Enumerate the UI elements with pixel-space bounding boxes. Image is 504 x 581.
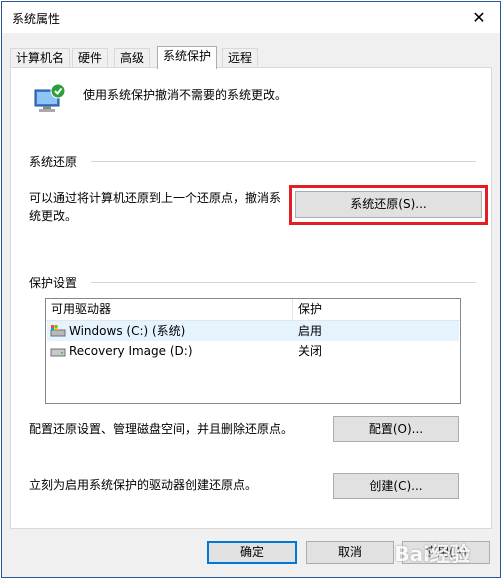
system-properties-window: 系统属性 ✕ 计算机名 硬件 高级 系统保护 远程 使用系统保护撤消不需要的系统… [1, 1, 501, 578]
group-divider [91, 161, 476, 162]
watermark: Bai经验 [394, 542, 470, 566]
drive-protection-status: 启用 [298, 324, 323, 338]
configure-button[interactable]: 配置(O)... [333, 416, 459, 442]
tab-advanced[interactable]: 高级 [114, 48, 151, 68]
drive-name: Windows (C:) (系统) [69, 324, 186, 338]
create-description: 立刻为启用系统保护的驱动器创建还原点。 [29, 478, 258, 492]
configure-description: 配置还原设置、管理磁盘空间，并且删除还原点。 [29, 422, 294, 436]
column-header-protection[interactable]: 保护 [293, 299, 460, 320]
drive-name: Recovery Image (D:) [69, 344, 193, 358]
system-protection-icon [34, 83, 66, 112]
system-restore-button[interactable]: 系统还原(S)... [295, 191, 482, 218]
column-header-drives[interactable]: 可用驱动器 [46, 299, 293, 320]
intro-text: 使用系统保护撤消不需要的系统更改。 [83, 88, 288, 102]
cancel-button[interactable]: 取消 [306, 541, 394, 564]
drive-list[interactable]: 可用驱动器 保护 Windows (C:) (系统) 启用 Recovery I… [45, 298, 461, 404]
group-divider [91, 282, 476, 283]
close-icon[interactable]: ✕ [458, 2, 500, 33]
tab-hardware[interactable]: 硬件 [72, 48, 109, 68]
drive-row-d[interactable]: Recovery Image (D:) 关闭 [47, 341, 459, 361]
title-bar: 系统属性 ✕ [2, 2, 500, 33]
create-button[interactable]: 创建(C)... [333, 473, 459, 499]
tab-remote[interactable]: 远程 [222, 48, 259, 68]
tab-system-protection[interactable]: 系统保护 [157, 46, 218, 69]
tab-computer-name[interactable]: 计算机名 [10, 48, 71, 68]
system-drive-icon [50, 325, 66, 337]
protection-settings-group-label: 保护设置 [29, 274, 84, 291]
drive-icon [50, 348, 66, 357]
system-restore-description: 可以通过将计算机还原到上一个还原点，撤消系统更改。 [29, 191, 282, 223]
drive-row-c[interactable]: Windows (C:) (系统) 启用 [47, 321, 459, 341]
ok-button[interactable]: 确定 [207, 541, 297, 564]
drive-protection-status: 关闭 [298, 344, 323, 358]
system-restore-group-label: 系统还原 [29, 153, 84, 170]
window-title: 系统属性 [12, 12, 61, 26]
drive-list-header: 可用驱动器 保护 [46, 299, 460, 321]
system-protection-panel: 使用系统保护撤消不需要的系统更改。 系统还原 可以通过将计算机还原到上一个还原点… [10, 67, 492, 529]
